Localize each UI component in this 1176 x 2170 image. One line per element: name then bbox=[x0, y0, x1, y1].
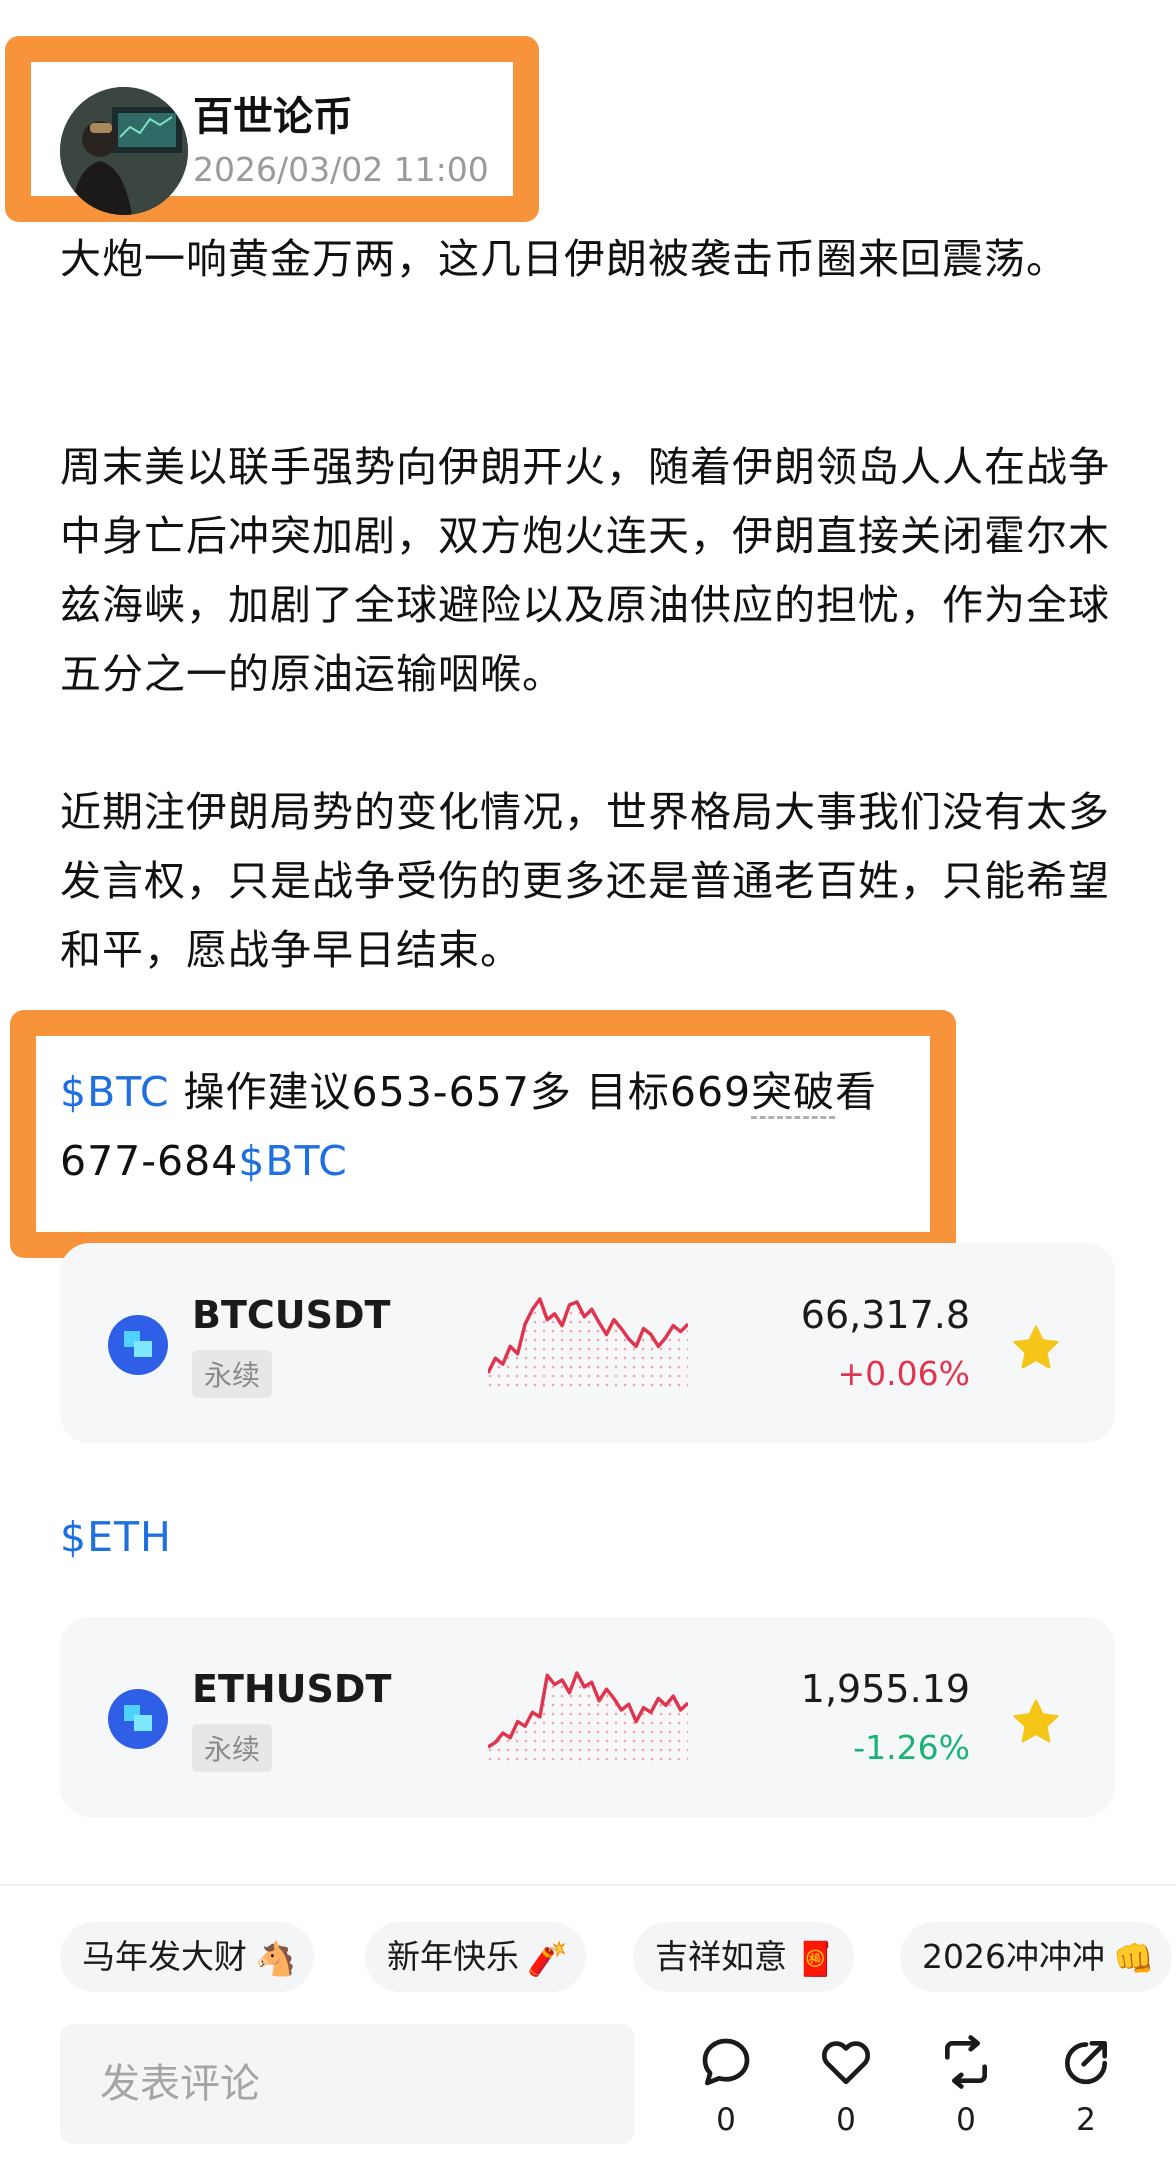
firecracker-icon: 🧨 bbox=[527, 1938, 569, 1978]
comment-button[interactable]: 0 bbox=[686, 2034, 766, 2138]
reaction-label: 2026冲冲冲 bbox=[922, 1937, 1105, 1976]
ticker-card-ethusdt[interactable]: ETHUSDT 永续 1,955.19 -1.26% bbox=[60, 1617, 1115, 1817]
comment-input[interactable] bbox=[60, 2024, 634, 2144]
comment-icon bbox=[702, 2038, 750, 2086]
repost-count: 0 bbox=[956, 2102, 976, 2138]
ticker-symbol: ETHUSDT bbox=[192, 1667, 392, 1711]
keyword-link[interactable]: 突破 bbox=[751, 1068, 836, 1119]
repost-icon bbox=[945, 2035, 987, 2089]
repost-button[interactable]: 0 bbox=[926, 2034, 1006, 2138]
favorite-star-icon[interactable] bbox=[1009, 1695, 1063, 1749]
ticker-card-btcusdt[interactable]: BTCUSDT 永续 66,317.8 +0.06% bbox=[60, 1243, 1115, 1443]
share-button[interactable]: 2 bbox=[1046, 2034, 1126, 2138]
comment-count: 0 bbox=[716, 2102, 736, 2138]
heart-icon bbox=[821, 2041, 871, 2085]
share-icon bbox=[1064, 2041, 1107, 2085]
cashtag-link[interactable]: $BTC bbox=[238, 1137, 347, 1185]
trade-advice: $BTC 操作建议653-657多 目标669突破看677-684$BTC bbox=[60, 1058, 940, 1196]
reaction-label: 新年快乐 bbox=[387, 1937, 519, 1976]
favorite-star-icon[interactable] bbox=[1009, 1321, 1063, 1375]
post-paragraph: 近期注伊朗局势的变化情况，世界格局大事我们没有太多发言权，只是战争受伤的更多还是… bbox=[60, 788, 1110, 974]
price-sparkline bbox=[488, 1297, 688, 1393]
post-timestamp: 2026/03/02 11:00 bbox=[193, 150, 489, 189]
reaction-chip[interactable]: 吉祥如意 🧧 bbox=[633, 1922, 855, 1992]
price-sparkline bbox=[488, 1671, 688, 1767]
reaction-chip[interactable]: 2026冲冲冲 👊 bbox=[900, 1922, 1173, 1992]
contract-badge: 永续 bbox=[192, 1350, 273, 1398]
share-count: 2 bbox=[1076, 2102, 1096, 2138]
advice-text: 操作建议653-657多 目标669 bbox=[169, 1068, 752, 1116]
fist-bump-icon: 👊 bbox=[1112, 1938, 1155, 1978]
ticker-price: 66,317.8 bbox=[800, 1293, 970, 1337]
reaction-label: 马年发大财 bbox=[82, 1937, 247, 1976]
ticker-change: -1.26% bbox=[853, 1728, 970, 1767]
reaction-chip[interactable]: 马年发大财 🐴 bbox=[60, 1922, 315, 1992]
red-envelope-icon: 🧧 bbox=[795, 1938, 837, 1978]
contract-badge: 永续 bbox=[192, 1724, 273, 1772]
author-name[interactable]: 百世论币 bbox=[193, 84, 353, 142]
cashtag-link[interactable]: $BTC bbox=[60, 1068, 169, 1116]
divider bbox=[0, 1884, 1176, 1886]
exchange-logo-icon bbox=[108, 1689, 168, 1749]
horse-icon: 🐴 bbox=[255, 1938, 297, 1978]
like-count: 0 bbox=[836, 2102, 856, 2138]
post-paragraph: 大炮一响黄金万两，这几日伊朗被袭击币圈来回震荡。 bbox=[60, 235, 1068, 283]
cashtag-link[interactable]: $ETH bbox=[60, 1503, 1120, 1572]
ticker-price: 1,955.19 bbox=[800, 1667, 970, 1711]
reaction-label: 吉祥如意 bbox=[655, 1937, 787, 1976]
ticker-change: +0.06% bbox=[837, 1354, 970, 1393]
like-button[interactable]: 0 bbox=[806, 2034, 886, 2138]
exchange-logo-icon bbox=[108, 1315, 168, 1375]
ticker-symbol: BTCUSDT bbox=[192, 1293, 391, 1337]
avatar[interactable] bbox=[60, 87, 188, 215]
reaction-chip[interactable]: 新年快乐 🧨 bbox=[365, 1922, 587, 1992]
post-paragraph: 周末美以联手强势向伊朗开火，随着伊朗领岛人人在战争中身亡后冲突加剧，双方炮火连天… bbox=[60, 443, 1110, 698]
